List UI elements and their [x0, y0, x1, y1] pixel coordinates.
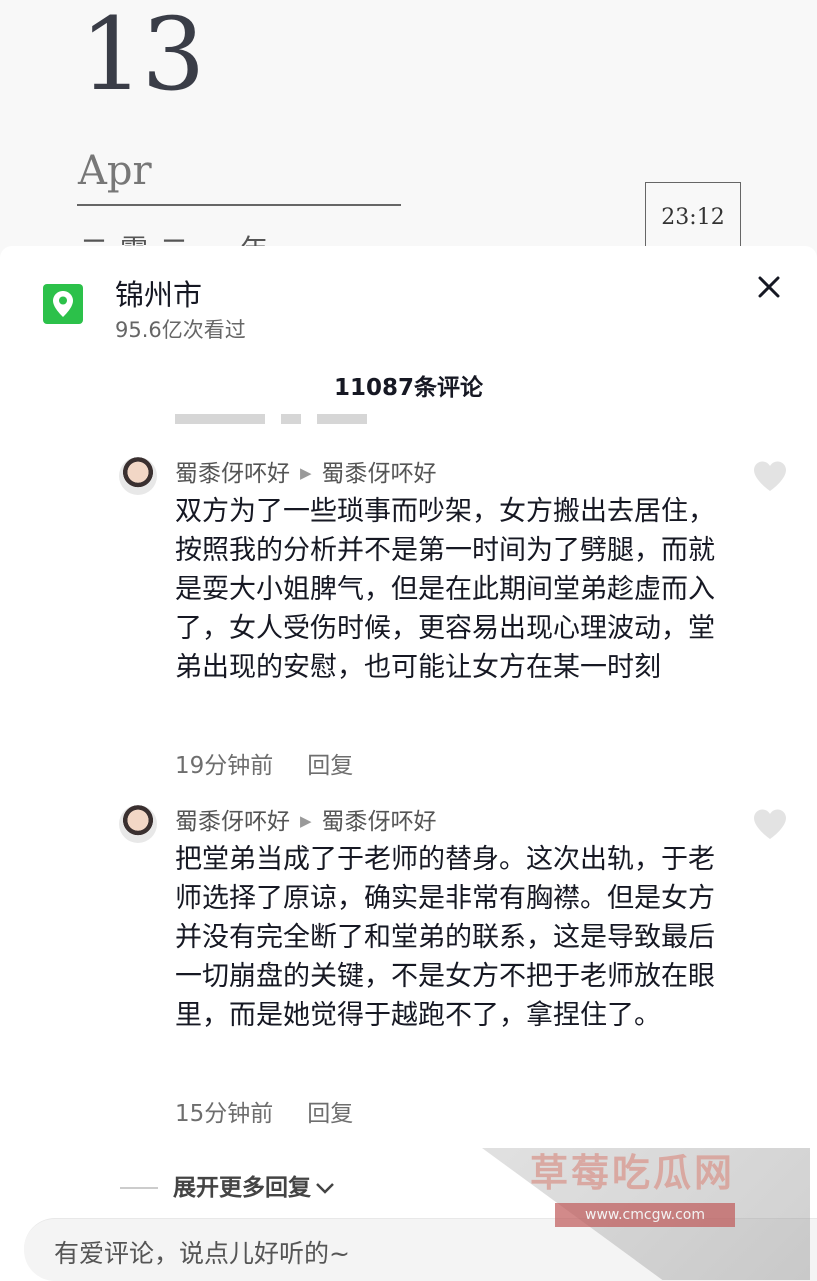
comment-meta: 15分钟前 回复: [175, 1094, 353, 1128]
comment-time: 19分钟前: [175, 753, 274, 779]
comments-count: 11087条评论: [333, 375, 484, 401]
location-title[interactable]: 锦州市: [115, 272, 202, 314]
reply-arrow-icon: ▶: [300, 812, 312, 830]
calendar-year: 二零二一年: [80, 228, 280, 248]
calendar-divider: [77, 204, 401, 206]
comment-user[interactable]: 蜀黍伢吥好 ▶ 蜀黍伢吥好: [175, 454, 437, 488]
calendar-month: Apr: [78, 148, 152, 194]
watermark-url: www.cmcgw.com: [555, 1203, 735, 1227]
map-pin-icon: [43, 284, 83, 324]
chevron-down-icon: [315, 1175, 335, 1201]
background-calendar: 13 Apr 二零二一年 23:12: [0, 0, 817, 260]
comment-input-placeholder: 有爱评论，说点儿好听的~: [54, 1239, 350, 1268]
heart-icon[interactable]: [752, 808, 788, 840]
reply-arrow-icon: ▶: [300, 464, 312, 482]
comment-author[interactable]: 蜀黍伢吥好: [175, 809, 290, 835]
comment-meta: 19分钟前 回复: [175, 746, 353, 780]
expand-more-replies[interactable]: 展开更多回复: [120, 1168, 335, 1202]
watermark-text: 草莓吃瓜网: [530, 1151, 736, 1195]
avatar[interactable]: [119, 457, 157, 495]
comment-reply-to[interactable]: 蜀黍伢吥好: [322, 809, 437, 835]
comment-text: 双方为了一些琐事而吵架，女方搬出去居住，按照我的分析并不是第一时间为了劈腿，而就…: [175, 496, 715, 683]
comment-text: 把堂弟当成了于老师的替身。这次出轨，于老师选择了原谅，确实是非常有胸襟。但是女方…: [175, 844, 715, 1031]
comment-reply-to[interactable]: 蜀黍伢吥好: [322, 461, 437, 487]
comment-time: 15分钟前: [175, 1101, 274, 1127]
location-views: 95.6亿次看过: [115, 318, 246, 342]
divider: [120, 1187, 158, 1189]
comment-author[interactable]: 蜀黍伢吥好: [175, 461, 290, 487]
comment-user[interactable]: 蜀黍伢吥好 ▶ 蜀黍伢吥好: [175, 802, 437, 836]
expand-label[interactable]: 展开更多回复: [173, 1175, 311, 1201]
calendar-time: 23:12: [645, 182, 741, 249]
previous-comment-meta-cut: [175, 414, 415, 424]
reply-button[interactable]: 回复: [307, 1101, 353, 1127]
comments-sheet: 锦州市 95.6亿次看过 11087条评论 蜀黍伢吥好 ▶ 蜀黍伢吥好 双方为了一些…: [0, 246, 817, 1281]
avatar[interactable]: [119, 805, 157, 843]
heart-icon[interactable]: [752, 460, 788, 492]
reply-button[interactable]: 回复: [307, 753, 353, 779]
close-icon[interactable]: [752, 270, 786, 304]
calendar-day: 13: [80, 0, 205, 113]
